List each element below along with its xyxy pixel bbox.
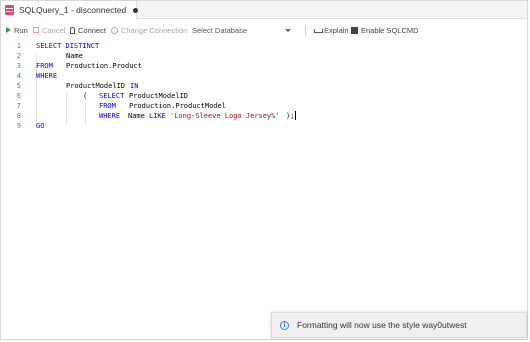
line-number: 3 (16, 62, 21, 70)
change-connection-icon (111, 26, 118, 34)
identifier-token: Name (128, 112, 145, 120)
keyword-token: WHERE (99, 112, 121, 120)
keyword-token: GO (36, 122, 45, 130)
code-line: 5 ProductModelID IN (1, 81, 529, 91)
toolbar-separator (305, 25, 306, 35)
change-connection-label: Change Connection (121, 25, 188, 35)
unsaved-dot-icon[interactable] (133, 7, 139, 13)
line-number: 8 (16, 112, 21, 120)
chevron-down-icon (285, 28, 291, 32)
code-line: 6 ( SELECT ProductModelID (1, 91, 529, 101)
code-line: 7 FROM Production.ProductModel (1, 101, 529, 111)
sqlcmd-icon (351, 26, 358, 34)
paren-token: ); (286, 112, 295, 120)
explain-icon (314, 27, 323, 34)
keyword-token: SELECT (99, 92, 125, 100)
keyword-token: IN (130, 82, 139, 90)
line-number: 4 (16, 72, 21, 80)
identifier-token: Production.Product (66, 62, 142, 70)
run-button[interactable]: Run (6, 23, 28, 37)
code-line: 8 WHERE Name LIKE 'Long-Sleeve Logo Jers… (1, 111, 529, 121)
tab-bar: SQLQuery_1 - disconnected (1, 1, 527, 19)
code-line: 3 FROM Production.Product (1, 61, 529, 71)
text-cursor (295, 111, 296, 120)
line-number: 6 (16, 92, 21, 100)
tab-title: SQLQuery_1 - disconnected (19, 5, 127, 15)
line-number: 2 (16, 52, 21, 60)
line-number: 1 (16, 42, 21, 50)
code-line: 1 SELECT DISTINCT (1, 41, 529, 51)
query-toolbar: Run Cancel Connect Change Connection Sel… (1, 23, 527, 37)
database-select-value: Select Database (192, 25, 248, 35)
identifier-token: Production.ProductModel (129, 102, 226, 110)
code-line: 9 GO (1, 121, 529, 131)
code-line: 4 WHERE (1, 71, 529, 81)
identifier-token: ProductModelID (129, 92, 189, 100)
identifier-token: Name (66, 52, 83, 60)
cancel-button[interactable]: Cancel (33, 23, 65, 37)
change-connection-button[interactable]: Change Connection (111, 23, 187, 37)
sql-file-icon (5, 5, 14, 15)
play-icon (6, 27, 11, 33)
explain-label: Explain (324, 25, 349, 35)
keyword-token: WHERE (36, 72, 58, 80)
enable-sqlcmd-label: Enable SQLCMD (361, 25, 419, 35)
info-icon: i (280, 320, 289, 330)
cancel-label: Cancel (42, 25, 66, 35)
run-label: Run (14, 25, 28, 35)
connect-label: Connect (78, 25, 106, 35)
notification-toast[interactable]: i Formatting will now use the style way0… (271, 312, 527, 338)
identifier-token: ProductModelID (66, 82, 126, 90)
string-literal-token: 'Long-Sleeve Logo Jersey%' (170, 112, 280, 120)
notification-message: Formatting will now use the style way0ut… (297, 320, 467, 330)
plug-icon (70, 26, 75, 34)
stop-icon (33, 27, 39, 33)
explain-button[interactable]: Explain (314, 23, 349, 37)
code-line: 2 Name (1, 51, 529, 61)
enable-sqlcmd-button[interactable]: Enable SQLCMD (351, 23, 419, 37)
keyword-token: FROM (36, 62, 53, 70)
tab-sqlquery-1[interactable]: SQLQuery_1 - disconnected (1, 1, 139, 19)
keyword-token: SELECT DISTINCT (36, 42, 100, 50)
connect-button[interactable]: Connect (70, 23, 106, 37)
line-number: 9 (16, 122, 21, 130)
line-number: 5 (16, 82, 21, 90)
database-select[interactable]: Select Database (187, 23, 295, 37)
line-number: 7 (16, 102, 21, 110)
paren-token: ( (83, 92, 88, 100)
keyword-token: LIKE (149, 112, 166, 120)
query-editor-window: SQLQuery_1 - disconnected Run Cancel Con… (0, 0, 528, 340)
keyword-token: FROM (99, 102, 116, 110)
